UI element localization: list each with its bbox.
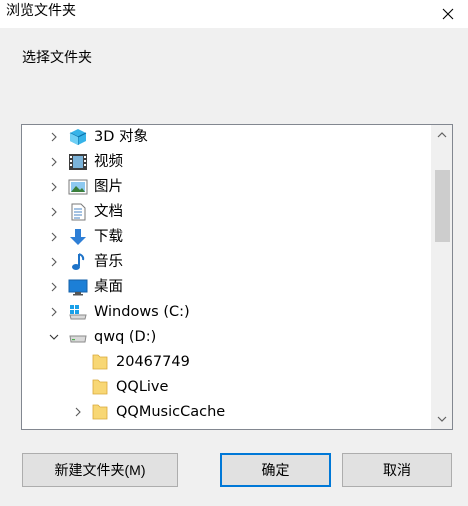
title-bar: 浏览文件夹 <box>0 0 468 28</box>
vertical-scrollbar[interactable] <box>431 125 452 429</box>
tree-item-label: Windows (C:) <box>94 304 190 320</box>
chevron-right-icon[interactable] <box>48 206 60 218</box>
tree-item-desktop[interactable]: 桌面 <box>22 275 432 300</box>
videos-icon <box>68 153 88 171</box>
tree-item-label: 下载 <box>94 229 123 245</box>
tree-item-label: QQMusicCache <box>116 404 226 420</box>
documents-icon <box>68 203 88 221</box>
tree-item-label: 音乐 <box>94 254 123 270</box>
tree-item-folder-qqmusiccache[interactable]: QQMusicCache <box>22 400 432 425</box>
dialog-prompt: 选择文件夹 <box>22 50 92 66</box>
tree-item-label: 图片 <box>94 179 123 195</box>
chevron-down-icon <box>437 416 447 422</box>
folder-icon <box>90 353 110 371</box>
window-title: 浏览文件夹 <box>6 3 76 19</box>
windows-drive-icon <box>68 303 88 321</box>
tree-item-music[interactable]: 音乐 <box>22 250 432 275</box>
tree-item-label: 视频 <box>94 154 123 170</box>
scroll-down-button[interactable] <box>432 409 452 429</box>
chevron-right-icon[interactable] <box>48 281 60 293</box>
tree-item-drive-c[interactable]: Windows (C:) <box>22 300 432 325</box>
tree-item-downloads[interactable]: 下载 <box>22 225 432 250</box>
scrollbar-thumb[interactable] <box>435 170 450 242</box>
close-button[interactable] <box>428 0 468 28</box>
chevron-right-icon[interactable] <box>48 256 60 268</box>
tree-item-drive-d[interactable]: qwq (D:) <box>22 325 432 350</box>
tree-item-videos[interactable]: 视频 <box>22 150 432 175</box>
folder-icon <box>90 403 110 421</box>
drive-icon <box>68 328 88 346</box>
tree-item-label: qwq (D:) <box>94 329 157 345</box>
tree-item-folder-20467749[interactable]: 20467749 <box>22 350 432 375</box>
cancel-button[interactable]: 取消 <box>342 453 452 487</box>
tree-item-label: 文档 <box>94 204 123 220</box>
ok-button[interactable]: 确定 <box>220 453 331 487</box>
music-icon <box>68 253 88 271</box>
pictures-icon <box>68 178 88 196</box>
chevron-right-icon[interactable] <box>48 306 60 318</box>
chevron-up-icon <box>437 132 447 138</box>
chevron-down-icon[interactable] <box>48 331 60 343</box>
chevron-right-icon[interactable] <box>48 131 60 143</box>
chevron-right-icon[interactable] <box>48 156 60 168</box>
folder-icon <box>90 378 110 396</box>
3d-objects-icon <box>68 128 88 146</box>
scroll-up-button[interactable] <box>432 125 452 145</box>
folder-tree[interactable]: 3D 对象 视频 图片 文档 下载 音乐 桌面 Windows (C:) qwq… <box>21 124 453 430</box>
chevron-right-icon[interactable] <box>48 231 60 243</box>
tree-item-label: 3D 对象 <box>94 129 148 145</box>
tree-item-label: 20467749 <box>116 354 190 370</box>
chevron-right-icon[interactable] <box>48 181 60 193</box>
new-folder-button[interactable]: 新建文件夹(M) <box>22 453 178 487</box>
tree-item-documents[interactable]: 文档 <box>22 200 432 225</box>
desktop-icon <box>68 278 88 296</box>
downloads-icon <box>68 228 88 246</box>
tree-item-label: 桌面 <box>94 279 123 295</box>
close-icon <box>442 8 454 20</box>
chevron-right-icon[interactable] <box>72 406 84 418</box>
tree-item-pictures[interactable]: 图片 <box>22 175 432 200</box>
tree-item-folder-qqlive[interactable]: QQLive <box>22 375 432 400</box>
tree-item-label: QQLive <box>116 379 169 395</box>
tree-item-3d-objects[interactable]: 3D 对象 <box>22 125 432 150</box>
